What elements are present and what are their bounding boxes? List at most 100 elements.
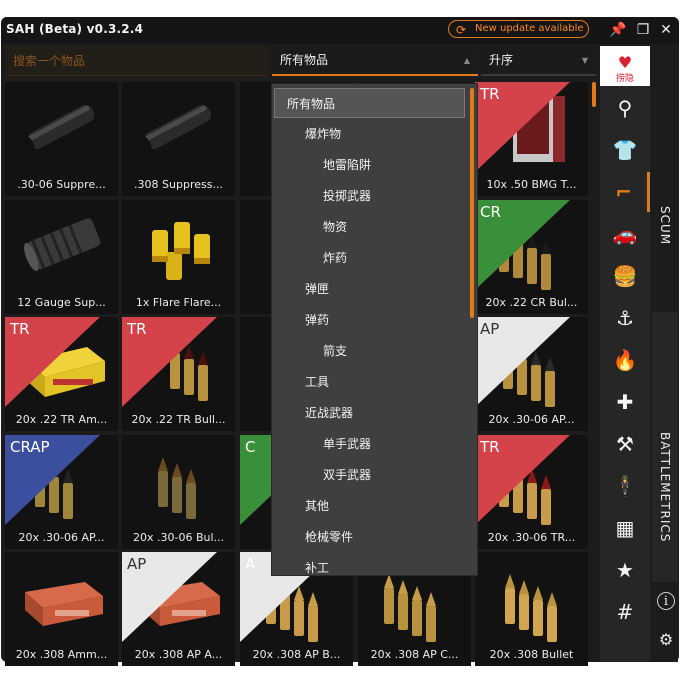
item-name: 20x .308 AP C... — [370, 648, 459, 661]
item-card[interactable]: .308 Suppress... — [122, 82, 235, 196]
title-bar: SAH (Beta) v0.3.2.4 ⟳ New update availab… — [1, 17, 679, 44]
rail-button-food[interactable]: 🍔 — [600, 256, 650, 296]
category-select-value: 所有物品 — [280, 53, 329, 67]
dropdown-option[interactable]: 双手武器 — [323, 460, 371, 490]
app-title: SAH (Beta) v0.3.2.4 — [6, 22, 144, 36]
item-card[interactable]: AP 20x .30-06 AP... — [475, 317, 588, 431]
item-image — [475, 552, 588, 642]
update-notice-label: New update available — [475, 23, 584, 34]
restore-icon[interactable]: ❐ — [633, 20, 653, 40]
tab-scum[interactable]: SCUM — [652, 146, 678, 306]
dropdown-option[interactable]: 地雷陷阱 — [323, 150, 371, 180]
item-card[interactable]: CR 20x .22 CR Bul... — [475, 200, 588, 314]
dropdown-option[interactable]: 所有物品 — [274, 88, 465, 118]
item-image — [122, 435, 235, 525]
person-icon: 🕴 — [612, 474, 638, 498]
tools-icon: ⚒ — [616, 432, 634, 456]
grid-icon: ▦ — [615, 516, 635, 540]
search-placeholder: 搜索一个物品 — [13, 54, 86, 68]
item-badge-label: CR — [480, 203, 501, 221]
rail-button-shirt[interactable]: 👕 — [600, 130, 650, 170]
item-image — [5, 552, 118, 642]
item-badge-label: AP — [127, 555, 147, 573]
item-card[interactable]: 20x .308 Bullet — [475, 552, 588, 666]
dropdown-option[interactable]: 炸药 — [323, 243, 347, 273]
location-pin-icon: ⚲ — [617, 96, 633, 120]
rail-button-pistol[interactable]: ⌐ — [600, 172, 650, 212]
dropdown-option[interactable]: 箭支 — [323, 336, 347, 366]
item-card[interactable]: 20x .30-06 Bul... — [122, 435, 235, 549]
rail-button-location-pin[interactable]: ⚲ — [600, 88, 650, 128]
heart-icon: ♥ — [617, 53, 633, 72]
item-name: 20x .30-06 TR... — [487, 531, 576, 544]
rail-button-person[interactable]: 🕴 — [600, 466, 650, 506]
dropdown-option[interactable]: 补工 — [305, 553, 329, 575]
rail-button-campfire[interactable]: 🔥 — [600, 340, 650, 380]
chevron-up-icon: ▲ — [463, 56, 470, 65]
item-image — [5, 82, 118, 172]
item-name: 20x .308 AP B... — [252, 648, 341, 661]
dropdown-option[interactable]: 单手武器 — [323, 429, 371, 459]
dropdown-option[interactable]: 其他 — [305, 491, 329, 521]
item-name: 20x .30-06 AP... — [488, 413, 575, 426]
update-notice-button[interactable]: ⟳ New update available — [448, 20, 589, 38]
item-card[interactable]: AP 20x .308 AP A... — [122, 552, 235, 666]
rail-button-grid[interactable]: ▦ — [600, 508, 650, 548]
dropdown-option[interactable]: 爆炸物 — [305, 119, 341, 149]
item-badge-label: A — [245, 555, 256, 573]
tab-battlemetrics[interactable]: BATTLEMETRICS — [652, 312, 678, 582]
search-input[interactable]: 搜索一个物品 — [5, 46, 268, 76]
item-image — [5, 200, 118, 290]
item-card[interactable]: TR 10x .50 BMG T... — [475, 82, 588, 196]
item-badge-label: TR — [480, 438, 500, 456]
item-name: 20x .30-06 AP... — [18, 531, 105, 544]
item-card[interactable]: .30-06 Suppre... — [5, 82, 118, 196]
rail-button-car[interactable]: 🚗 — [600, 214, 650, 254]
dropdown-option[interactable]: 枪械零件 — [305, 522, 353, 552]
close-icon[interactable]: ✕ — [656, 20, 676, 40]
sort-select-value: 升序 — [489, 53, 514, 67]
dropdown-option[interactable]: 弹匣 — [305, 274, 329, 304]
fishing-hook-icon: ⚓ — [616, 306, 634, 330]
item-badge-label: TR — [10, 320, 30, 338]
rail-button-tools[interactable]: ⚒ — [600, 424, 650, 464]
car-icon: 🚗 — [612, 222, 638, 246]
dropdown-option[interactable]: 近战武器 — [305, 398, 353, 428]
item-card[interactable]: 1x Flare Flare... — [122, 200, 235, 314]
dropdown-option[interactable]: 投掷武器 — [323, 181, 371, 211]
rail-button-fishing-hook[interactable]: ⚓ — [600, 298, 650, 338]
dropdown-scrollbar[interactable] — [470, 88, 474, 318]
item-image — [122, 82, 235, 172]
item-name: 20x .308 Amm... — [15, 648, 108, 661]
gear-icon[interactable]: ⚙ — [656, 630, 676, 650]
rail-button-medkit[interactable]: ✚ — [600, 382, 650, 422]
category-dropdown: 所有物品 爆炸物 地雷陷阱 投掷武器 物资 炸药 弹匣 弹药 箭支 工具 近战武器 单手武器 双手武器其… — [271, 83, 478, 576]
dropdown-option[interactable]: 弹药 — [305, 305, 329, 335]
item-card[interactable]: 12 Gauge Sup... — [5, 200, 118, 314]
info-icon[interactable]: i — [657, 592, 675, 610]
pin-icon[interactable]: 📌 — [608, 20, 628, 40]
item-image — [122, 200, 235, 290]
refresh-icon: ⟳ — [456, 23, 467, 37]
star-icon: ★ — [616, 558, 634, 582]
item-name: .308 Suppress... — [134, 178, 223, 191]
dropdown-option[interactable]: 物资 — [323, 212, 347, 242]
item-card[interactable]: 20x .308 Amm... — [5, 552, 118, 666]
item-card[interactable]: CRAP 20x .30-06 AP... — [5, 435, 118, 549]
dropdown-option[interactable]: 工具 — [305, 367, 329, 397]
sort-select[interactable]: 升序 ▼ — [481, 46, 596, 76]
rail-button-hash[interactable]: # — [600, 592, 650, 632]
item-card[interactable]: TR 20x .22 TR Bull... — [122, 317, 235, 431]
item-name: .30-06 Suppre... — [17, 178, 106, 191]
shirt-icon: 👕 — [612, 138, 638, 162]
medkit-icon: ✚ — [616, 390, 634, 414]
category-select[interactable]: 所有物品 ▲ — [272, 46, 478, 76]
item-name: 20x .22 TR Bull... — [131, 413, 226, 426]
item-card[interactable]: TR 20x .22 TR Am... — [5, 317, 118, 431]
item-badge-label: C — [245, 438, 256, 456]
rail-button-star[interactable]: ★ — [600, 550, 650, 590]
item-card[interactable]: TR 20x .30-06 TR... — [475, 435, 588, 549]
grid-scrollbar[interactable] — [592, 82, 596, 107]
favorites-button[interactable]: ♥ 捞隐 — [600, 46, 650, 86]
item-name: 10x .50 BMG T... — [486, 178, 577, 191]
